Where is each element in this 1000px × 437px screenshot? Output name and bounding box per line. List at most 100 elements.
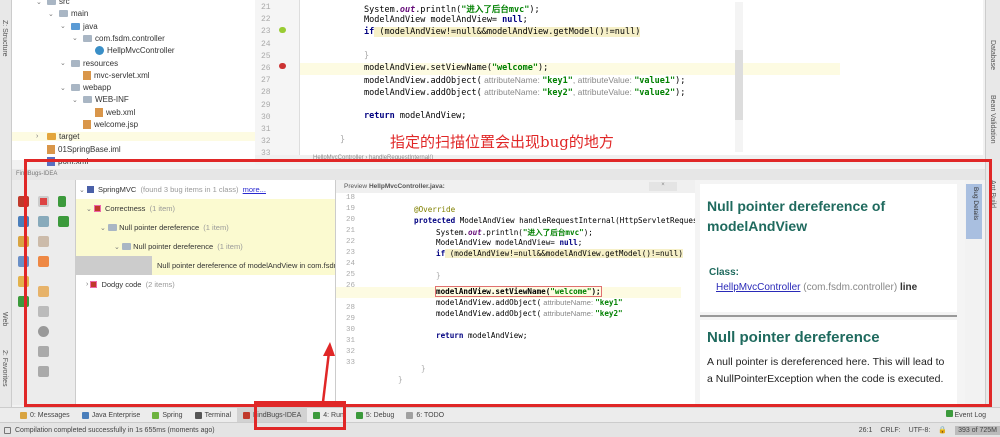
tool-window-icon [406, 411, 414, 419]
chevron-icon[interactable]: ⌄ [72, 96, 80, 104]
code-token: } [364, 51, 370, 61]
line-number: 29 [261, 100, 271, 110]
project-tree-item[interactable]: ⌄ webapp [60, 83, 111, 92]
folder-icon [71, 22, 80, 30]
annotation-text: 指定的扫描位置会出现bug的地方 [390, 133, 614, 151]
tool-window-6-todo[interactable]: 6: TODO [400, 408, 450, 422]
warning-icon[interactable] [279, 27, 286, 33]
lock-icon[interactable]: 🔒 [938, 426, 947, 434]
left-tool-strip: Z: Structure Web 2: Favorites [0, 0, 12, 407]
code-token: System. [364, 5, 400, 15]
code-token: ModelAndView modelAndView= [364, 15, 503, 25]
code-token: modelAndView.addObject( [364, 88, 482, 98]
project-tree-item[interactable]: ⌄ java [60, 22, 98, 31]
project-tree-item[interactable]: ⌄ main [48, 9, 88, 18]
code-string: "value2" [634, 88, 676, 98]
tree-item-label: target [59, 132, 80, 142]
event-log-button[interactable]: Event Log [945, 410, 986, 419]
tool-window-java-enterprise[interactable]: Java Enterprise [76, 408, 147, 422]
database-tab[interactable]: Database [989, 40, 996, 70]
project-tree-item[interactable]: HellpMvcController [84, 46, 175, 56]
tool-window-label: 0: Messages [30, 411, 70, 419]
tool-window-0-messages[interactable]: 0: Messages [14, 408, 76, 422]
line-number: 25 [261, 51, 271, 61]
code-token: modelAndView; [394, 111, 467, 121]
tool-window-icon [152, 411, 160, 419]
chevron-icon[interactable]: ⌄ [48, 10, 56, 18]
folder-icon [59, 10, 68, 18]
line-number: 31 [261, 125, 271, 134]
project-tree-item[interactable]: ⌄ src [36, 0, 70, 6]
line-number: 23 [261, 27, 271, 37]
jsp-icon [83, 120, 91, 129]
tool-window-label: 5: Debug [365, 411, 395, 419]
folder-icon [83, 96, 92, 104]
code-string: "key1" [542, 76, 573, 86]
bug-marker-icon[interactable] [279, 63, 286, 69]
chevron-icon[interactable]: ⌄ [60, 22, 68, 30]
project-tree-item[interactable]: › target [12, 132, 255, 142]
tool-window-5-debug[interactable]: 5: Debug [350, 408, 400, 422]
memory-indicator[interactable]: 393 of 725M [955, 425, 1000, 435]
status-bar: Compilation completed successfully in 1s… [0, 422, 1000, 437]
chevron-icon[interactable]: ⌄ [36, 0, 44, 6]
chevron-icon[interactable]: ⌄ [60, 84, 68, 92]
package-icon [83, 34, 92, 42]
tool-window-icon [194, 411, 202, 419]
chevron-icon[interactable]: ⌄ [60, 59, 68, 67]
project-tree-item[interactable]: web.xml [84, 107, 136, 117]
iml-icon [47, 144, 55, 154]
annotation-arrow-icon [321, 342, 335, 403]
web-tab[interactable]: Web [1, 312, 8, 326]
favorites-tab[interactable]: 2: Favorites [1, 350, 8, 387]
editor-scrollbar[interactable] [735, 2, 743, 152]
code-token: ); [675, 88, 686, 98]
structure-tab[interactable]: Z: Structure [1, 20, 8, 57]
project-tree-item[interactable]: ⌄ resources [60, 59, 118, 68]
tool-window-label: 6: TODO [416, 411, 445, 419]
project-tree-item[interactable]: welcome.jsp [72, 120, 138, 129]
folder-orange-icon [47, 133, 56, 141]
param-hint: attributeName: [481, 75, 543, 85]
code-string: "welcome" [491, 63, 538, 73]
line-number: 32 [261, 137, 271, 147]
project-tree-item[interactable]: 01SpringBase.iml [36, 144, 121, 154]
code-keyword: if [364, 27, 375, 37]
chevron-icon[interactable]: ⌄ [72, 34, 80, 42]
tool-window-icon [20, 411, 27, 419]
folder-icon [47, 0, 56, 5]
project-tree-item[interactable]: ⌄ com.fsdm.controller [72, 34, 165, 43]
tool-window-terminal[interactable]: Terminal [189, 408, 237, 422]
bean-validation-tab[interactable]: Bean Validation [989, 95, 996, 144]
code-string: "进入了后台mvc" [461, 5, 530, 15]
chevron-icon[interactable]: › [36, 133, 44, 140]
status-toggle-icon[interactable] [4, 426, 11, 434]
tool-window-spring[interactable]: Spring [146, 408, 188, 422]
line-number: 22 [261, 15, 271, 25]
line-separator[interactable]: CRLF: [880, 427, 900, 434]
line-number: 24 [261, 39, 271, 49]
tree-item-label: 01SpringBase.iml [58, 144, 121, 154]
tree-item-label: main [71, 9, 89, 19]
tool-window-bar: 0: Messages Java Enterprise Spring Terminal… [0, 407, 1000, 422]
caret-position[interactable]: 26:1 [859, 427, 873, 434]
tool-window-icon [81, 411, 89, 419]
tool-window-label: Spring [162, 411, 183, 419]
tree-item-label: web.xml [106, 107, 136, 117]
code-keyword: return [364, 111, 395, 121]
tool-window-label: Terminal [204, 411, 232, 419]
project-tree-item[interactable]: ⌄ WEB-INF [72, 95, 129, 104]
code-token: } [340, 135, 346, 145]
code-keyword: null [502, 15, 523, 25]
line-number: 27 [261, 76, 271, 86]
status-message: Compilation completed successfully in 1s… [15, 426, 215, 434]
file-encoding[interactable]: UTF-8: [909, 427, 931, 434]
project-tree[interactable]: ⌄ src ⌄ main ⌄ java ⌄ com.fsdm.controller HellpM… [12, 0, 255, 166]
code-token: modelAndView.addObject( [364, 76, 482, 86]
project-tree-item[interactable]: mvc-servlet.xml [72, 70, 150, 80]
tool-window-label: Java Enterprise [91, 411, 141, 419]
param-hint: , attributeValue: [572, 75, 635, 85]
line-number: 30 [261, 112, 271, 122]
xml-icon [95, 107, 103, 117]
code-string: "key2" [542, 88, 573, 98]
